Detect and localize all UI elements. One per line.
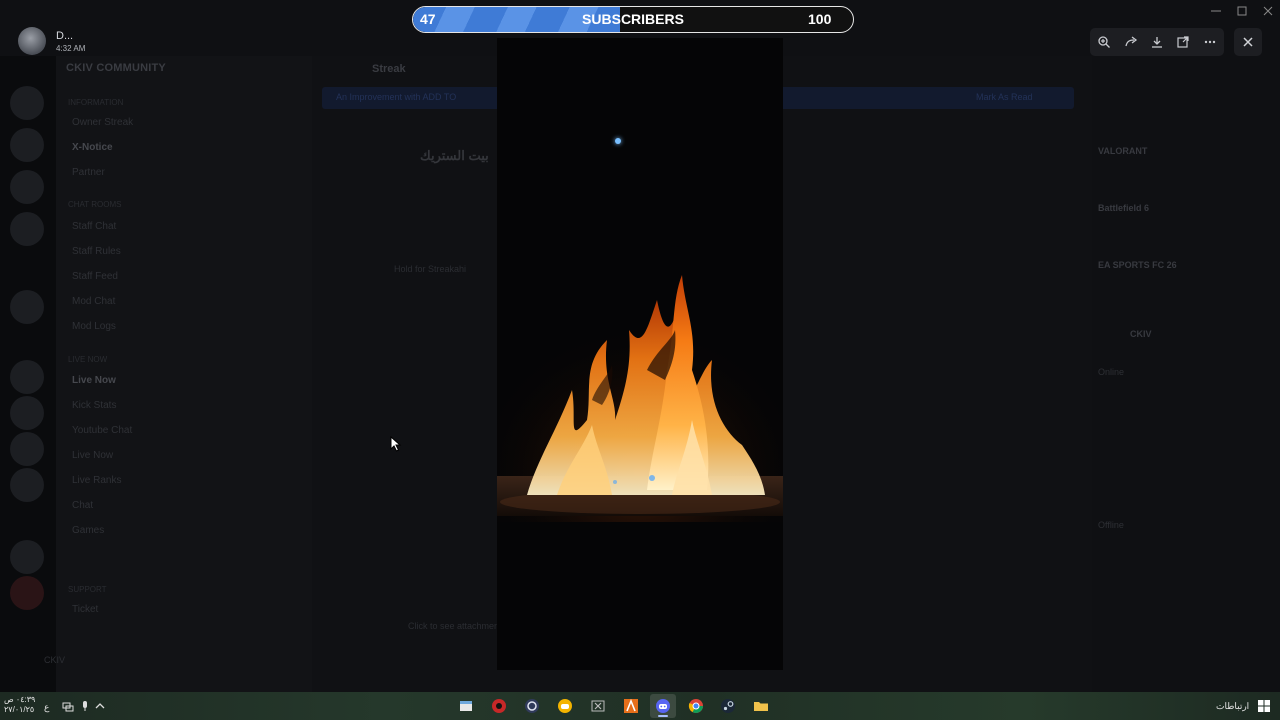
windows-start-icon[interactable]	[1258, 700, 1270, 712]
channel-category: Chat Rooms	[68, 200, 122, 209]
server-icon	[10, 170, 44, 204]
taskbar-app-active[interactable]	[650, 694, 676, 718]
aseprite-icon	[624, 698, 638, 713]
channel-item: Staff Chat	[72, 221, 117, 232]
microphone-icon[interactable]	[80, 700, 90, 712]
clock-time: ٠٤:٣٩ ص	[4, 695, 36, 704]
channel-item: Live Ranks	[72, 475, 122, 486]
campfire-image	[497, 270, 783, 522]
channel-item: Ticket	[72, 604, 99, 615]
notice-text: An Improvement with ADD TO	[336, 92, 457, 102]
spark	[615, 138, 621, 144]
chrome-icon	[688, 699, 703, 713]
server-icon	[10, 396, 44, 430]
maximize-icon[interactable]	[1235, 4, 1249, 18]
channel-category: Live Now	[68, 355, 108, 364]
channel-item: Partner	[72, 167, 105, 178]
taskbar-app[interactable]	[456, 696, 476, 716]
taskbar-app[interactable]	[718, 696, 738, 716]
channel-item: Chat	[72, 500, 94, 511]
taskbar-app[interactable]	[489, 696, 509, 716]
taskbar-app[interactable]	[751, 696, 771, 716]
channel-category: Support	[68, 585, 107, 594]
member-category: Online	[1098, 367, 1125, 377]
chat-line: Click to see attachment	[408, 621, 502, 631]
close-viewer-button[interactable]	[1234, 28, 1262, 56]
server-icon	[10, 468, 44, 502]
more-button[interactable]	[1197, 28, 1223, 56]
open-external-button[interactable]	[1170, 28, 1196, 56]
member-item: CKIV	[1130, 329, 1152, 339]
language-indicator[interactable]: ع	[44, 702, 49, 713]
uploader-name: D...	[56, 30, 74, 42]
minimize-icon[interactable]	[1209, 4, 1223, 18]
more-icon	[1204, 40, 1216, 44]
taskbar-app[interactable]	[522, 696, 542, 716]
share-button[interactable]	[1118, 28, 1144, 56]
server-icon	[10, 212, 44, 246]
channel-item: Youtube Chat	[72, 425, 133, 436]
channel-item: Staff Feed	[72, 271, 118, 282]
taskbar-clock[interactable]: ٠٤:٣٩ ص ٢٧/٠١/٢٥	[4, 695, 35, 715]
close-icon	[1243, 37, 1253, 47]
subscriber-label: SUBSCRIBERS	[582, 11, 684, 27]
file-explorer-icon	[460, 701, 472, 711]
channel-title: Streak	[372, 63, 406, 75]
member-item: Battlefield 6	[1098, 203, 1150, 213]
chat-line: Hold for Streakahi	[394, 264, 467, 274]
server-icon	[10, 360, 44, 394]
subscriber-goal: 100	[808, 11, 832, 27]
open-external-icon	[1177, 36, 1189, 48]
folder-icon	[754, 702, 768, 711]
chevron-up-icon[interactable]	[95, 701, 105, 711]
avatar	[18, 27, 46, 55]
server-icon	[10, 86, 44, 120]
arabic-heading: بيت الستريك	[420, 148, 489, 163]
channel-item: Mod Chat	[72, 296, 116, 307]
channel-item: Live Now	[72, 450, 114, 461]
server-icon	[10, 576, 44, 610]
server-icon	[10, 290, 44, 324]
excel-icon	[591, 700, 605, 712]
window-close-icon[interactable]	[1261, 4, 1275, 18]
record-icon	[492, 699, 506, 713]
user-panel: CKIV	[44, 655, 66, 665]
upload-time: 4:32 AM	[56, 44, 86, 53]
taskbar-app[interactable]	[621, 696, 641, 716]
taskbar-app[interactable]	[588, 696, 608, 716]
mark-as-read: Mark As Read	[976, 92, 1033, 102]
channel-item: Mod Logs	[72, 321, 116, 332]
taskbar-app[interactable]	[555, 696, 575, 716]
channel-item: X-Notice	[72, 142, 113, 153]
discord-yellow-icon	[558, 699, 572, 713]
zoom-in-button[interactable]	[1091, 28, 1117, 56]
taskbar-right-label[interactable]: ارتباطات	[1216, 701, 1249, 712]
channel-item: Owner Streak	[72, 117, 134, 128]
channel-item: Games	[72, 525, 105, 536]
channel-category: Information	[68, 98, 124, 107]
server-icon	[10, 432, 44, 466]
server-name: CKIV COMMUNITY	[66, 62, 166, 74]
share-icon	[1125, 36, 1138, 47]
server-icon	[10, 540, 44, 574]
taskbar-app[interactable]	[686, 696, 706, 716]
channel-item: Kick Stats	[72, 400, 117, 411]
channel-item: Live Now	[72, 375, 116, 386]
zoom-in-icon	[1098, 36, 1110, 48]
clock-date: ٢٧/٠١/٢٥	[4, 705, 35, 714]
discord-icon	[656, 699, 670, 713]
network-icon[interactable]	[62, 700, 74, 712]
steam-icon	[721, 699, 735, 713]
member-item: VALORANT	[1098, 146, 1148, 156]
download-button[interactable]	[1144, 28, 1170, 56]
download-icon	[1152, 37, 1162, 48]
member-item: EA SPORTS FC 26	[1098, 260, 1177, 270]
subscriber-count: 47	[420, 11, 436, 27]
mouse-cursor-icon	[390, 436, 402, 452]
obs-icon	[525, 699, 539, 713]
member-category: Offline	[1098, 520, 1124, 530]
server-icon	[10, 128, 44, 162]
channel-item: Staff Rules	[72, 246, 121, 257]
